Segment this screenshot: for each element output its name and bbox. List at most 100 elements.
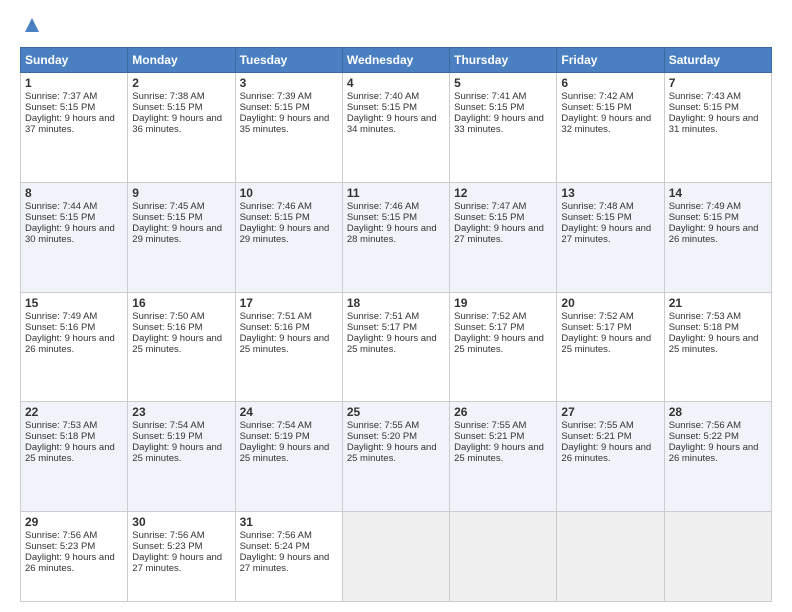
calendar-week-row: 29 Sunrise: 7:56 AM Sunset: 5:23 PM Dayl…	[21, 512, 772, 602]
sunset-label: Sunset: 5:17 PM	[454, 322, 524, 333]
day-number: 5	[454, 76, 552, 90]
calendar-cell: 28 Sunrise: 7:56 AM Sunset: 5:22 PM Dayl…	[664, 402, 771, 512]
calendar-cell: 7 Sunrise: 7:43 AM Sunset: 5:15 PM Dayli…	[664, 73, 771, 183]
calendar-cell	[557, 512, 664, 602]
sunset-label: Sunset: 5:16 PM	[132, 322, 202, 333]
sunset-label: Sunset: 5:15 PM	[132, 212, 202, 223]
sunrise-label: Sunrise: 7:53 AM	[25, 420, 97, 431]
sunset-label: Sunset: 5:22 PM	[669, 431, 739, 442]
daylight-label: Daylight: 9 hours and 34 minutes.	[347, 113, 437, 135]
calendar-cell: 23 Sunrise: 7:54 AM Sunset: 5:19 PM Dayl…	[128, 402, 235, 512]
sunrise-label: Sunrise: 7:51 AM	[347, 311, 419, 322]
daylight-label: Daylight: 9 hours and 25 minutes.	[669, 333, 759, 355]
day-number: 4	[347, 76, 445, 90]
calendar-cell: 18 Sunrise: 7:51 AM Sunset: 5:17 PM Dayl…	[342, 292, 449, 402]
calendar-cell: 2 Sunrise: 7:38 AM Sunset: 5:15 PM Dayli…	[128, 73, 235, 183]
daylight-label: Daylight: 9 hours and 27 minutes.	[561, 223, 651, 245]
day-number: 19	[454, 296, 552, 310]
sunrise-label: Sunrise: 7:49 AM	[25, 311, 97, 322]
sunrise-label: Sunrise: 7:42 AM	[561, 91, 633, 102]
sunset-label: Sunset: 5:17 PM	[347, 322, 417, 333]
col-header-thursday: Thursday	[450, 48, 557, 73]
calendar-cell: 30 Sunrise: 7:56 AM Sunset: 5:23 PM Dayl…	[128, 512, 235, 602]
col-header-sunday: Sunday	[21, 48, 128, 73]
day-number: 15	[25, 296, 123, 310]
calendar-week-row: 22 Sunrise: 7:53 AM Sunset: 5:18 PM Dayl…	[21, 402, 772, 512]
daylight-label: Daylight: 9 hours and 29 minutes.	[132, 223, 222, 245]
calendar-cell: 21 Sunrise: 7:53 AM Sunset: 5:18 PM Dayl…	[664, 292, 771, 402]
calendar-week-row: 15 Sunrise: 7:49 AM Sunset: 5:16 PM Dayl…	[21, 292, 772, 402]
day-number: 3	[240, 76, 338, 90]
day-number: 17	[240, 296, 338, 310]
calendar-week-row: 8 Sunrise: 7:44 AM Sunset: 5:15 PM Dayli…	[21, 182, 772, 292]
sunset-label: Sunset: 5:20 PM	[347, 431, 417, 442]
sunrise-label: Sunrise: 7:41 AM	[454, 91, 526, 102]
sunset-label: Sunset: 5:18 PM	[25, 431, 95, 442]
day-number: 11	[347, 186, 445, 200]
day-number: 30	[132, 515, 230, 529]
daylight-label: Daylight: 9 hours and 31 minutes.	[669, 113, 759, 135]
col-header-monday: Monday	[128, 48, 235, 73]
sunrise-label: Sunrise: 7:51 AM	[240, 311, 312, 322]
sunrise-label: Sunrise: 7:49 AM	[669, 201, 741, 212]
day-number: 20	[561, 296, 659, 310]
calendar-cell: 17 Sunrise: 7:51 AM Sunset: 5:16 PM Dayl…	[235, 292, 342, 402]
daylight-label: Daylight: 9 hours and 27 minutes.	[132, 552, 222, 574]
sunset-label: Sunset: 5:17 PM	[561, 322, 631, 333]
calendar-cell: 16 Sunrise: 7:50 AM Sunset: 5:16 PM Dayl…	[128, 292, 235, 402]
daylight-label: Daylight: 9 hours and 25 minutes.	[347, 333, 437, 355]
sunset-label: Sunset: 5:19 PM	[240, 431, 310, 442]
day-number: 6	[561, 76, 659, 90]
sunrise-label: Sunrise: 7:38 AM	[132, 91, 204, 102]
daylight-label: Daylight: 9 hours and 26 minutes.	[25, 333, 115, 355]
sunset-label: Sunset: 5:15 PM	[561, 102, 631, 113]
day-number: 24	[240, 405, 338, 419]
daylight-label: Daylight: 9 hours and 33 minutes.	[454, 113, 544, 135]
sunset-label: Sunset: 5:19 PM	[132, 431, 202, 442]
daylight-label: Daylight: 9 hours and 25 minutes.	[347, 442, 437, 464]
daylight-label: Daylight: 9 hours and 26 minutes.	[669, 223, 759, 245]
daylight-label: Daylight: 9 hours and 25 minutes.	[454, 442, 544, 464]
col-header-wednesday: Wednesday	[342, 48, 449, 73]
calendar-cell: 6 Sunrise: 7:42 AM Sunset: 5:15 PM Dayli…	[557, 73, 664, 183]
sunset-label: Sunset: 5:18 PM	[669, 322, 739, 333]
calendar-cell: 27 Sunrise: 7:55 AM Sunset: 5:21 PM Dayl…	[557, 402, 664, 512]
sunrise-label: Sunrise: 7:50 AM	[132, 311, 204, 322]
sunrise-label: Sunrise: 7:39 AM	[240, 91, 312, 102]
sunset-label: Sunset: 5:15 PM	[454, 212, 524, 223]
day-number: 8	[25, 186, 123, 200]
calendar-cell: 1 Sunrise: 7:37 AM Sunset: 5:15 PM Dayli…	[21, 73, 128, 183]
day-number: 25	[347, 405, 445, 419]
calendar-cell: 29 Sunrise: 7:56 AM Sunset: 5:23 PM Dayl…	[21, 512, 128, 602]
day-number: 23	[132, 405, 230, 419]
day-number: 1	[25, 76, 123, 90]
calendar-cell: 24 Sunrise: 7:54 AM Sunset: 5:19 PM Dayl…	[235, 402, 342, 512]
sunrise-label: Sunrise: 7:55 AM	[454, 420, 526, 431]
daylight-label: Daylight: 9 hours and 27 minutes.	[240, 552, 330, 574]
day-number: 21	[669, 296, 767, 310]
header	[20, 16, 772, 39]
calendar-cell: 9 Sunrise: 7:45 AM Sunset: 5:15 PM Dayli…	[128, 182, 235, 292]
sunset-label: Sunset: 5:15 PM	[25, 212, 95, 223]
sunset-label: Sunset: 5:15 PM	[454, 102, 524, 113]
calendar-table: SundayMondayTuesdayWednesdayThursdayFrid…	[20, 47, 772, 602]
sunrise-label: Sunrise: 7:46 AM	[347, 201, 419, 212]
calendar-cell: 15 Sunrise: 7:49 AM Sunset: 5:16 PM Dayl…	[21, 292, 128, 402]
day-number: 2	[132, 76, 230, 90]
sunset-label: Sunset: 5:21 PM	[561, 431, 631, 442]
sunset-label: Sunset: 5:15 PM	[25, 102, 95, 113]
day-number: 22	[25, 405, 123, 419]
sunset-label: Sunset: 5:15 PM	[240, 102, 310, 113]
calendar-cell: 5 Sunrise: 7:41 AM Sunset: 5:15 PM Dayli…	[450, 73, 557, 183]
daylight-label: Daylight: 9 hours and 36 minutes.	[132, 113, 222, 135]
sunset-label: Sunset: 5:15 PM	[561, 212, 631, 223]
sunrise-label: Sunrise: 7:55 AM	[347, 420, 419, 431]
daylight-label: Daylight: 9 hours and 25 minutes.	[25, 442, 115, 464]
sunset-label: Sunset: 5:24 PM	[240, 541, 310, 552]
calendar-week-row: 1 Sunrise: 7:37 AM Sunset: 5:15 PM Dayli…	[21, 73, 772, 183]
calendar-cell	[450, 512, 557, 602]
sunrise-label: Sunrise: 7:55 AM	[561, 420, 633, 431]
calendar-cell	[664, 512, 771, 602]
calendar-cell: 10 Sunrise: 7:46 AM Sunset: 5:15 PM Dayl…	[235, 182, 342, 292]
sunrise-label: Sunrise: 7:40 AM	[347, 91, 419, 102]
